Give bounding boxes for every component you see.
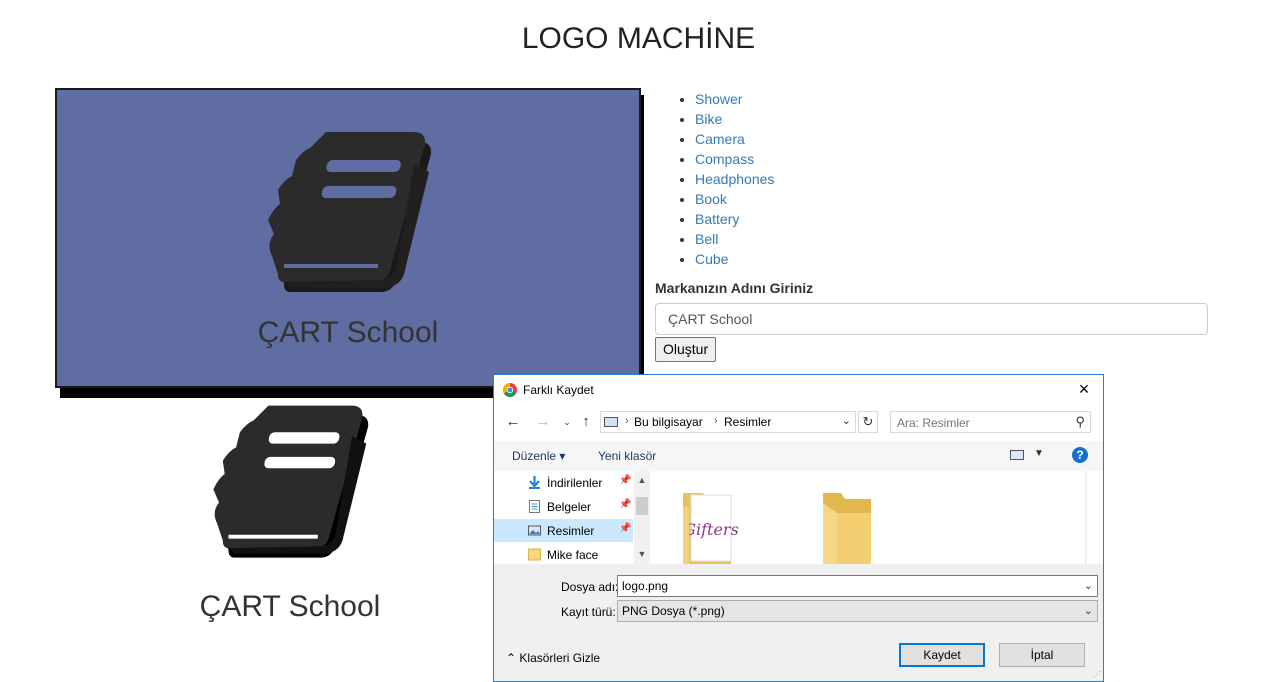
icon-link-shower[interactable]: Shower [695,91,742,107]
list-item: Bell [695,229,774,249]
brand-name-label: Markanızın Adını Giriniz [655,280,814,296]
file-pane: Gifters ▲ ▼ [653,471,1087,564]
nav-pane-scrollbar[interactable]: ▲ ▼ [634,471,650,564]
refresh-icon[interactable]: ↻ [858,411,878,433]
hide-folders-label: Klasörleri Gizle [519,651,601,665]
filename-label: Dosya adı: [561,580,619,594]
chevron-right-icon: › [714,415,718,427]
brand-name-input[interactable] [655,303,1208,335]
navigation-pane: İndirilenler 📌 Belgeler 📌 Resimler 📌 Mik… [494,471,651,564]
nav-item-label: Belgeler [547,500,592,514]
filetype-label: Kayıt türü: [561,605,616,619]
nav-item-pictures[interactable]: Resimler 📌 [494,519,633,542]
chevron-down-icon[interactable]: ⌄ [842,414,851,427]
folder-with-thumbnail-icon[interactable]: Gifters [681,489,741,564]
cancel-button[interactable]: İptal [999,643,1085,667]
chevron-down-icon[interactable]: ⌄ [1084,604,1093,617]
icon-list: Shower Bike Camera Compass Headphones Bo… [680,89,774,269]
browser-panes: İndirilenler 📌 Belgeler 📌 Resimler 📌 Mik… [494,471,1103,564]
scroll-down-icon[interactable]: ▼ [634,549,650,559]
book-icon [268,132,432,292]
address-bar[interactable]: › Bu bilgisayar › Resimler ⌄ [600,411,856,433]
file-pane-scrollbar[interactable]: ▲ ▼ [1085,471,1087,564]
recent-locations-icon[interactable]: ⌄ [558,412,576,432]
filetype-value: PNG Dosya (*.png) [622,604,725,618]
pin-icon: 📌 [619,475,632,486]
logo-preview-colored: ÇART School [55,88,641,388]
icon-link-cube[interactable]: Cube [695,251,728,267]
filetype-select[interactable]: PNG Dosya (*.png) ⌄ [617,600,1098,622]
dialog-titlebar: Farklı Kaydet × [494,375,1103,405]
list-item: Battery [695,209,774,229]
back-arrow-icon[interactable]: ← [504,412,522,432]
up-arrow-icon[interactable]: ↑ [577,412,595,432]
download-icon [529,476,540,489]
resize-grip-icon[interactable]: ⋰ [1093,670,1101,679]
icon-link-bell[interactable]: Bell [695,231,718,247]
help-icon[interactable]: ? [1072,447,1088,463]
pictures-folder-icon [604,417,618,427]
icon-link-book[interactable]: Book [695,191,727,207]
icon-link-bike[interactable]: Bike [695,111,722,127]
nav-item-label: İndirilenler [547,476,603,490]
book-icon [213,405,369,558]
hide-folders-toggle[interactable]: ⌃ Klasörleri Gizle [506,651,600,665]
page-title: LOGO MACHİNE [521,22,756,55]
chevron-right-icon: › [625,415,629,427]
organize-menu[interactable]: Düzenle ▾ [512,449,565,463]
new-folder-button[interactable]: Yeni klasör [598,449,656,463]
logo-brand-text: ÇART School [257,316,439,349]
nav-item-label: Mike face [547,548,599,562]
save-as-dialog: Farklı Kaydet × ← → ⌄ ↑ › Bu bilgisayar … [493,374,1104,682]
breadcrumb-pictures[interactable]: Resimler [724,415,771,429]
view-options-icon[interactable] [1010,450,1024,460]
nav-item-documents[interactable]: Belgeler 📌 [494,495,633,518]
logo-brand-text: ÇART School [199,590,381,623]
search-input[interactable] [895,413,1069,433]
save-button[interactable]: Kaydet [899,643,985,667]
chrome-icon [503,383,517,397]
close-icon[interactable]: × [1073,378,1095,400]
icon-link-compass[interactable]: Compass [695,151,754,167]
nav-item-label: Resimler [547,524,595,538]
pin-icon: 📌 [619,523,632,534]
folder-icon [528,548,541,561]
scroll-up-icon[interactable]: ▲ [634,475,650,485]
list-item: Compass [695,149,774,169]
dialog-title: Farklı Kaydet [523,383,594,397]
search-icon: ⚲ [1075,414,1085,429]
command-bar: Düzenle ▾ Yeni klasör ▼ ? [494,441,1103,471]
pin-icon: 📌 [619,499,632,510]
list-item: Bike [695,109,774,129]
scrollbar-thumb[interactable] [636,497,648,515]
chevron-up-icon: ⌃ [506,651,517,665]
filename-input[interactable]: logo.png ⌄ [617,575,1098,597]
folder-thumbnail-text: Gifters [683,520,739,539]
navigation-bar: ← → ⌄ ↑ › Bu bilgisayar › Resimler ⌄ ↻ ⚲ [494,405,1103,441]
breadcrumb-this-pc[interactable]: Bu bilgisayar [634,415,703,429]
icon-link-battery[interactable]: Battery [695,211,739,227]
scroll-up-icon[interactable]: ▲ [1085,475,1087,485]
list-item: Camera [695,129,774,149]
icon-link-headphones[interactable]: Headphones [695,171,774,187]
nav-item-downloads[interactable]: İndirilenler 📌 [494,471,633,494]
document-icon [529,500,540,513]
chevron-down-icon[interactable]: ▼ [1034,448,1044,459]
filename-value: logo.png [622,579,669,593]
scroll-down-icon[interactable]: ▼ [1085,549,1087,559]
list-item: Headphones [695,169,774,189]
chevron-down-icon[interactable]: ⌄ [1084,579,1093,592]
icon-link-camera[interactable]: Camera [695,131,745,147]
organize-label: Düzenle [512,449,557,463]
create-button[interactable]: Oluştur [655,337,717,362]
pictures-icon [528,525,541,536]
forward-arrow-icon[interactable]: → [534,412,552,432]
nav-item-mike-face[interactable]: Mike face [494,543,633,566]
folder-icon[interactable] [819,489,879,564]
search-box[interactable]: ⚲ [890,411,1091,433]
list-item: Book [695,189,774,209]
logo-preview-plain: ÇART School [140,398,440,638]
list-item: Shower [695,89,774,109]
list-item: Cube [695,249,774,269]
